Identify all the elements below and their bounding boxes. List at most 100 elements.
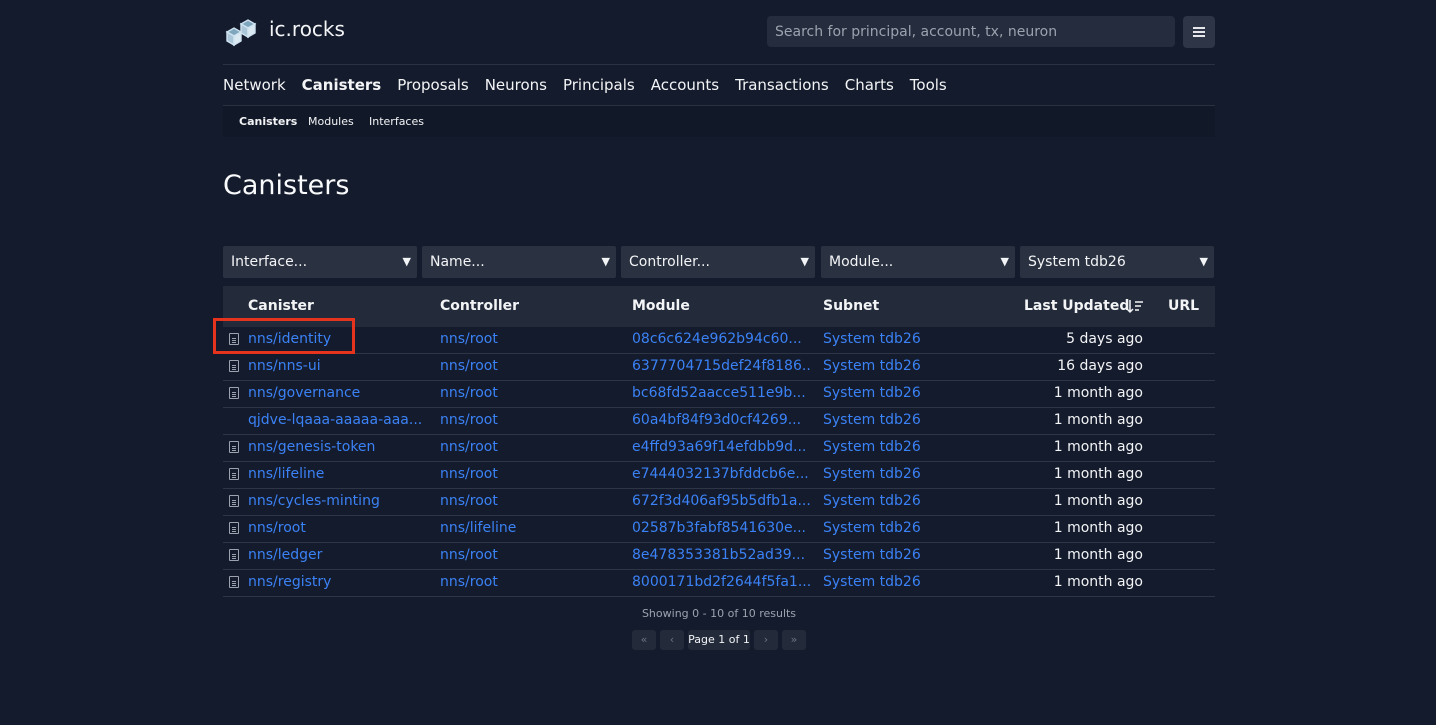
nav-item-accounts[interactable]: Accounts [651,74,719,98]
module-filter-label: Module... [829,254,894,270]
page-title: Canisters [223,170,350,201]
controller-link[interactable]: nns/lifeline [440,520,620,536]
cubes-logo-icon[interactable] [223,16,259,48]
subnav-item-interfaces[interactable]: Interfaces [369,115,424,128]
table-row: nns/ledger nns/root 8e478353381b52ad39... S… [223,543,1215,570]
menu-button[interactable] [1183,16,1215,48]
column-header-module[interactable]: Module [632,298,690,314]
search-input[interactable] [767,16,1175,47]
module-link[interactable]: 60a4bf84f93d0cf4269... [632,412,810,428]
nav-item-principals[interactable]: Principals [563,74,635,98]
module-link[interactable]: 6377704715def24f8186... [632,358,810,374]
interface-filter-select[interactable]: Interface... ▼ [223,246,417,278]
nav-item-neurons[interactable]: Neurons [485,74,547,98]
table-row: nns/registry nns/root 8000171bd2f2644f5fa1… [223,570,1215,597]
canister-link[interactable]: nns/cycles-minting [248,493,423,509]
subnet-link[interactable]: System tdb26 [823,493,1003,509]
table-body: nns/identity nns/root 08c6c624e962b94c60..… [213,318,1215,597]
name-filter-label: Name... [430,254,485,270]
module-link[interactable]: e4ffd93a69f14efdbb9d... [632,439,810,455]
subnav-item-canisters[interactable]: Canisters [239,115,297,128]
document-icon [229,360,239,372]
chevron-down-icon: ▼ [402,255,411,268]
nav-item-transactions[interactable]: Transactions [735,74,829,98]
last-updated-value: 16 days ago [1057,358,1143,374]
controller-link[interactable]: nns/root [440,547,620,563]
table-row: nns/root nns/lifeline 02587b3fabf8541630e.… [223,516,1215,543]
module-filter-select[interactable]: Module... ▼ [821,246,1015,278]
module-link[interactable]: e7444032137bfddcb6e... [632,466,810,482]
column-header-canister[interactable]: Canister [248,298,314,314]
chevron-down-icon: ▼ [601,255,610,268]
canister-link[interactable]: nns/nns-ui [248,358,423,374]
controller-filter-select[interactable]: Controller... ▼ [621,246,815,278]
subnet-link[interactable]: System tdb26 [823,412,1003,428]
name-filter-select[interactable]: Name... ▼ [422,246,616,278]
nav-item-canisters[interactable]: Canisters [302,74,382,98]
column-header-subnet[interactable]: Subnet [823,298,879,314]
subnet-link[interactable]: System tdb26 [823,331,1003,347]
controller-link[interactable]: nns/root [440,358,620,374]
module-link[interactable]: 08c6c624e962b94c60... [632,331,810,347]
module-link[interactable]: 8e478353381b52ad39... [632,547,810,563]
document-icon [229,387,239,399]
table-row: nns/governance nns/root bc68fd52aacce511e9… [223,381,1215,408]
canister-link[interactable]: nns/root [248,520,423,536]
controller-link[interactable]: nns/root [440,385,620,401]
table-row: nns/identity nns/root 08c6c624e962b94c60..… [213,318,1215,354]
document-icon [229,441,239,453]
next-page-button[interactable]: › [754,630,778,650]
subnav-item-modules[interactable]: Modules [308,115,354,128]
controller-filter-label: Controller... [629,254,710,270]
subnet-link[interactable]: System tdb26 [823,439,1003,455]
subnet-link[interactable]: System tdb26 [823,358,1003,374]
canister-link[interactable]: qjdve-lqaaa-aaaaa-aaa... [248,412,423,428]
controller-link[interactable]: nns/root [440,331,620,347]
subnet-filter-label: System tdb26 [1028,254,1126,270]
brand-name[interactable]: ic.rocks [269,17,345,41]
canister-link[interactable]: nns/registry [248,574,423,590]
sort-descending-icon[interactable] [1127,300,1143,314]
module-link[interactable]: bc68fd52aacce511e9b... [632,385,810,401]
first-page-button[interactable]: « [632,630,656,650]
last-updated-value: 1 month ago [1053,412,1143,428]
last-updated-value: 1 month ago [1053,466,1143,482]
controller-link[interactable]: nns/root [440,493,620,509]
subnet-link[interactable]: System tdb26 [823,385,1003,401]
menu-icon-bar [1193,31,1205,33]
canister-link[interactable]: nns/identity [248,331,423,347]
table-row: nns/cycles-minting nns/root 672f3d406af95b… [223,489,1215,516]
column-header-controller[interactable]: Controller [440,298,519,314]
module-link[interactable]: 672f3d406af95b5dfb1a... [632,493,810,509]
canister-link[interactable]: nns/governance [248,385,423,401]
column-header-last-updated[interactable]: Last Updated [1024,298,1129,314]
prev-page-button[interactable]: ‹ [660,630,684,650]
canister-link[interactable]: nns/genesis-token [248,439,423,455]
last-page-button[interactable]: » [782,630,806,650]
canister-link[interactable]: nns/ledger [248,547,423,563]
subnet-link[interactable]: System tdb26 [823,574,1003,590]
nav-item-charts[interactable]: Charts [845,74,894,98]
chevron-down-icon: ▼ [1000,255,1009,268]
controller-link[interactable]: nns/root [440,574,620,590]
nav-item-tools[interactable]: Tools [910,74,947,98]
sub-nav: Canisters Modules Interfaces [223,106,1215,137]
module-link[interactable]: 8000171bd2f2644f5fa1... [632,574,810,590]
subnet-link[interactable]: System tdb26 [823,466,1003,482]
header: ic.rocks [223,0,1215,64]
table-row: nns/nns-ui nns/root 6377704715def24f8186..… [223,354,1215,381]
module-link[interactable]: 02587b3fabf8541630e... [632,520,810,536]
subnet-link[interactable]: System tdb26 [823,520,1003,536]
controller-link[interactable]: nns/root [440,412,620,428]
table-header: Canister Controller Module Subnet Last U… [223,286,1215,327]
controller-link[interactable]: nns/root [440,439,620,455]
nav-item-proposals[interactable]: Proposals [397,74,468,98]
document-icon [229,495,239,507]
last-updated-value: 1 month ago [1053,574,1143,590]
canister-link[interactable]: nns/lifeline [248,466,423,482]
nav-item-network[interactable]: Network [223,74,286,98]
document-icon [229,576,239,588]
subnet-filter-select[interactable]: System tdb26 ▼ [1020,246,1214,278]
subnet-link[interactable]: System tdb26 [823,547,1003,563]
controller-link[interactable]: nns/root [440,466,620,482]
